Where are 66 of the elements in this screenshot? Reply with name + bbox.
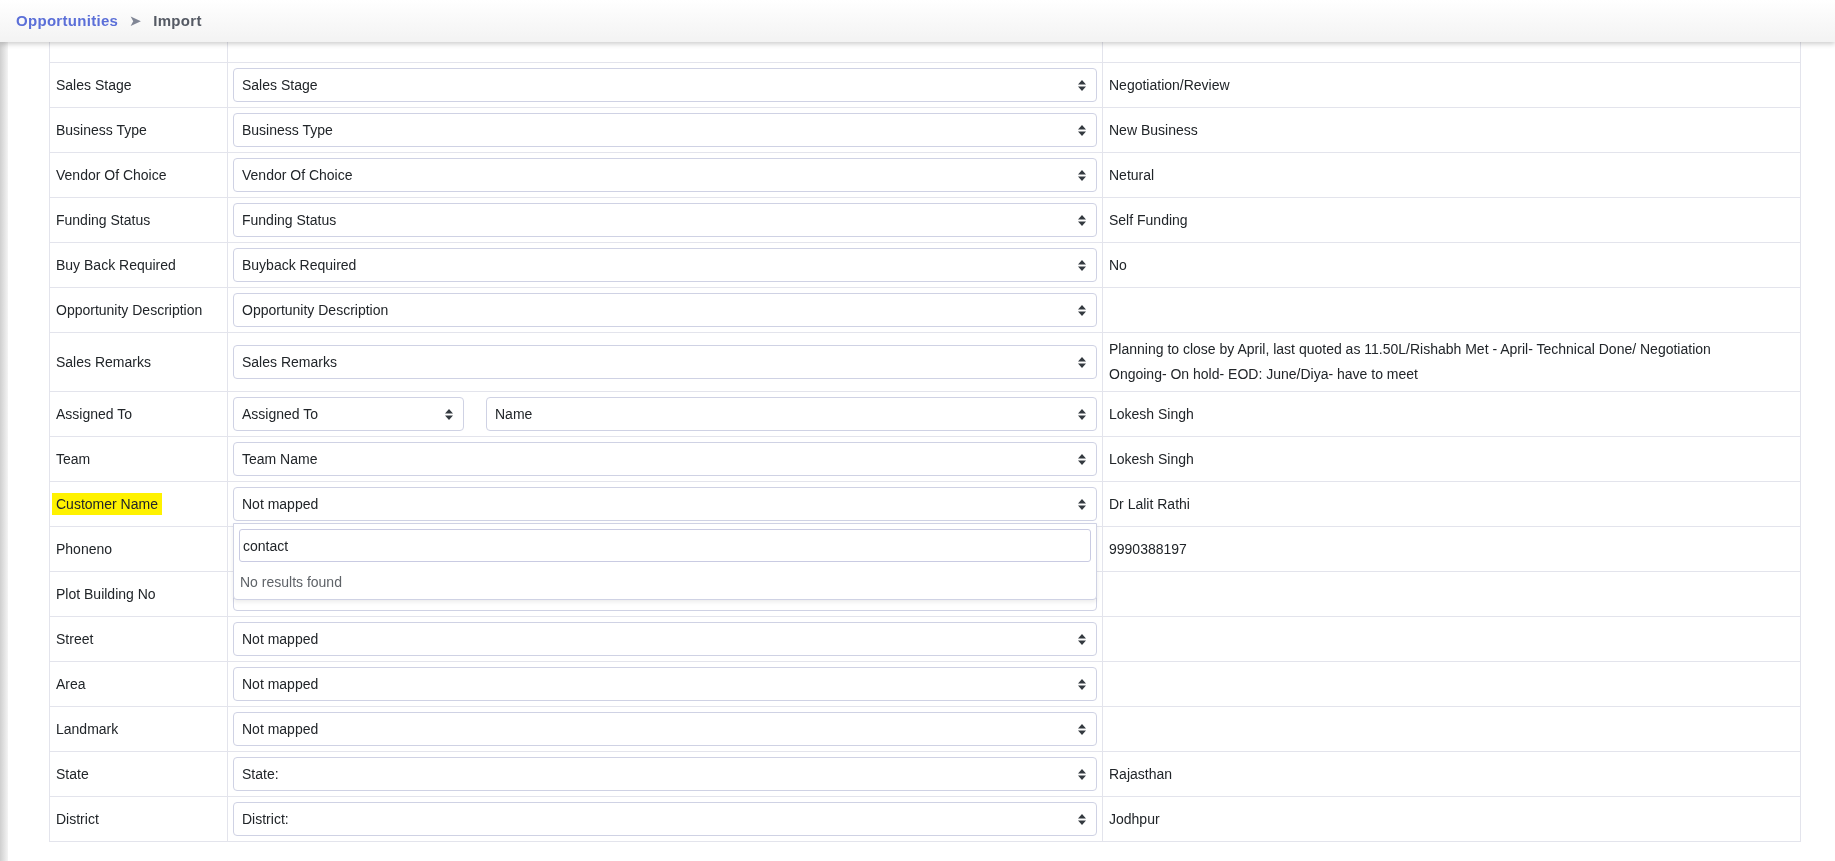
sort-caret-icon: [1078, 633, 1086, 645]
field-label: State: [56, 765, 89, 782]
search-field[interactable]: contact: [239, 529, 1091, 562]
sort-caret-icon: [1078, 304, 1086, 316]
field-label: Sales Remarks: [56, 353, 151, 370]
mapping-select[interactable]: Funding Status: [233, 203, 1097, 237]
sort-caret-icon: [1078, 79, 1086, 91]
field-label: Customer Name: [52, 492, 162, 515]
breadcrumb-current: Import: [153, 10, 202, 31]
sample-value: Lokesh Singh: [1109, 405, 1194, 422]
mapping-select[interactable]: Vendor Of Choice: [233, 158, 1097, 192]
sort-caret-icon: [1078, 813, 1086, 825]
sample-value: New Business: [1109, 121, 1198, 138]
sample-value: Netural: [1109, 166, 1155, 183]
mapping-select[interactable]: Buyback Required: [233, 248, 1097, 282]
field-label: Landmark: [56, 720, 119, 737]
sample-value: Rajasthan: [1109, 765, 1173, 782]
mapping-select[interactable]: Business Type: [233, 113, 1097, 147]
sort-caret-icon: [445, 408, 453, 420]
field-label: Vendor Of Choice: [56, 166, 167, 183]
field-label: Funding Status: [56, 211, 151, 228]
sample-value: Negotiation/Review: [1109, 76, 1230, 93]
field-label: Business Type: [56, 121, 147, 138]
sample-value: No: [1109, 256, 1127, 273]
field-label: Assigned To: [56, 405, 132, 422]
mapping-select[interactable]: Not mapped: [233, 712, 1097, 746]
sort-caret-icon: [1078, 356, 1086, 368]
sample-value: Jodhpur: [1109, 810, 1160, 827]
sort-caret-icon: [1078, 453, 1086, 465]
mapping-select[interactable]: Sales Remarks: [233, 345, 1097, 379]
field-label: Opportunity Description: [56, 301, 203, 318]
sort-caret-icon: [1078, 768, 1086, 780]
mapping-select[interactable]: State:: [233, 757, 1097, 791]
field-label: Team: [56, 450, 91, 467]
sample-value: Planning to close by April, last quoted as 11.50L/Rishabh Met - April- Technical Done/ Negotiation Ongoing- On hold- EOD: June/Diya- have to meet: [1109, 341, 1711, 382]
mapping-select[interactable]: Opportunity Description: [233, 293, 1097, 327]
field-label: Plot Building No: [56, 585, 156, 602]
field-label: Sales Stage: [56, 76, 132, 93]
sample-value: 9990388197: [1109, 540, 1187, 557]
field-label: Phoneno: [56, 540, 113, 557]
mapping-select[interactable]: Team Name: [233, 442, 1097, 476]
mapping-select[interactable]: Assigned To: [233, 397, 464, 431]
sort-caret-icon: [1078, 124, 1086, 136]
sample-value: Self Funding: [1109, 211, 1188, 228]
sort-caret-icon: [1078, 678, 1086, 690]
field-label: Street: [56, 630, 94, 647]
sort-caret-icon: [1078, 259, 1086, 271]
no-results-message: No results found: [239, 573, 343, 592]
sort-caret-icon: [1078, 498, 1086, 510]
sort-caret-icon: [1078, 214, 1086, 226]
mapping-select[interactable]: Name: [486, 397, 1097, 431]
mapping-select[interactable]: Sales Stage: [233, 68, 1097, 102]
sort-caret-icon: [1078, 408, 1086, 420]
breadcrumb-link[interactable]: Opportunities: [16, 9, 119, 33]
mapping-select[interactable]: Not mapped: [233, 487, 1097, 521]
sample-value: Dr Lalit Rathi: [1109, 495, 1190, 512]
sort-caret-icon: [1078, 723, 1086, 735]
mapping-select[interactable]: Not mapped: [233, 622, 1097, 656]
sort-caret-icon: [1078, 169, 1086, 181]
field-label: Buy Back Required: [56, 256, 176, 273]
sample-value: Lokesh Singh: [1109, 450, 1194, 467]
field-label: Area: [56, 675, 86, 692]
field-label: District: [56, 810, 99, 827]
mapping-select[interactable]: Not mapped: [233, 667, 1097, 701]
breadcrumb-separator: ➤: [129, 10, 143, 31]
mapping-select[interactable]: District:: [233, 802, 1097, 836]
